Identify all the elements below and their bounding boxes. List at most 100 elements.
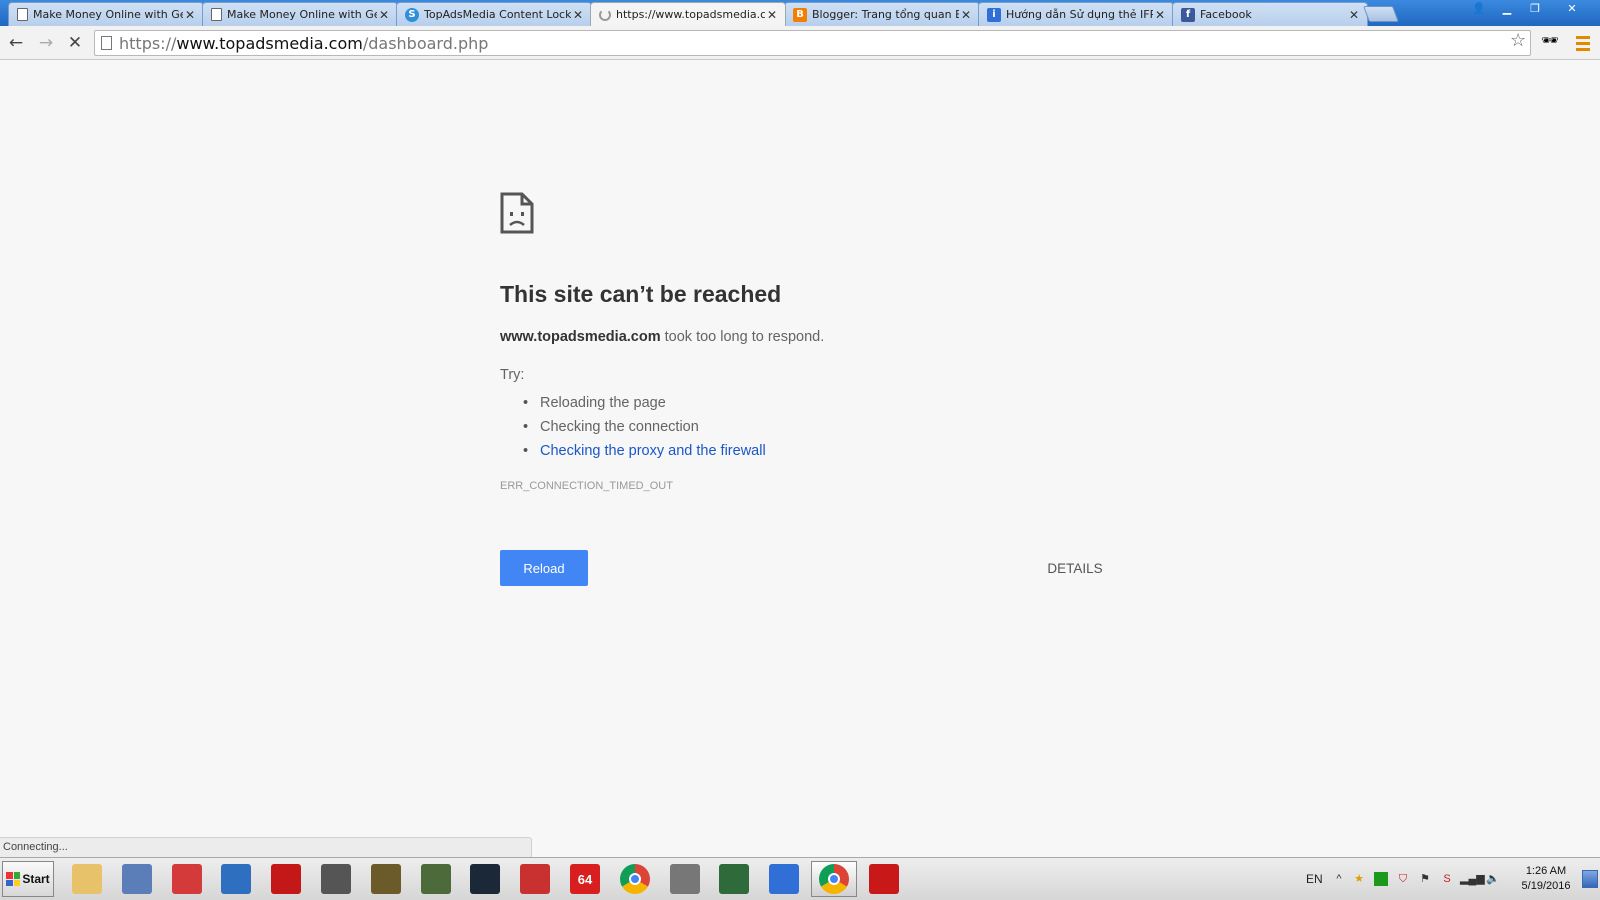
taskbar-shield-app[interactable] bbox=[213, 861, 259, 897]
tab-title: TopAdsMedia Content Lockin bbox=[424, 8, 571, 21]
page-icon bbox=[211, 8, 222, 21]
loading-spinner-icon bbox=[599, 8, 611, 21]
try-label: Try: bbox=[500, 367, 525, 383]
ifr-icon: i bbox=[987, 7, 1001, 22]
taskbar-molecule-app[interactable] bbox=[164, 861, 210, 897]
system-clock[interactable]: 1:26 AM 5/19/2016 bbox=[1514, 864, 1578, 894]
show-hidden-icons-icon[interactable]: ^ bbox=[1332, 872, 1346, 886]
error-host: www.topadsmedia.com bbox=[500, 329, 661, 345]
molecule-app-icon bbox=[171, 864, 202, 894]
restore-icon[interactable]: ❐ bbox=[1522, 0, 1548, 17]
taskbar-unikey-app[interactable] bbox=[512, 861, 558, 897]
page-info-icon[interactable] bbox=[101, 36, 112, 50]
tab-title: Hướng dẫn Sử dụng thẻ IFRA bbox=[1006, 8, 1153, 21]
tab-3[interactable]: S TopAdsMedia Content Lockin ✕ bbox=[396, 2, 592, 26]
volume-icon[interactable]: 🔈 bbox=[1486, 872, 1500, 886]
taskbar-flash-app[interactable] bbox=[263, 861, 309, 897]
taskbar-game-app[interactable] bbox=[363, 861, 409, 897]
language-indicator[interactable]: EN bbox=[1306, 872, 1323, 886]
taskbar-computer-99-app[interactable] bbox=[313, 861, 359, 897]
tab-close-icon[interactable]: ✕ bbox=[959, 8, 973, 22]
action-center-flag-icon[interactable]: ⚑ bbox=[1418, 872, 1432, 886]
error-code: ERR_CONNECTION_TIMED_OUT bbox=[500, 480, 673, 492]
taskbar-tools-app[interactable] bbox=[662, 861, 708, 897]
suggestion-connection: Checking the connection bbox=[523, 415, 766, 439]
tab-6[interactable]: i Hướng dẫn Sử dụng thẻ IFRA ✕ bbox=[978, 2, 1174, 26]
new-tab-button[interactable] bbox=[1363, 6, 1399, 22]
stop-loading-icon[interactable]: ✕ bbox=[63, 32, 87, 54]
tab-close-icon[interactable]: ✕ bbox=[377, 8, 391, 22]
tab-4-active[interactable]: https://www.topadsmedia.co ✕ bbox=[590, 2, 786, 26]
forward-arrow-icon[interactable]: → bbox=[34, 32, 58, 54]
tab-5[interactable]: B Blogger: Trang tổng quan Bl ✕ bbox=[784, 2, 980, 26]
bookmark-star-icon[interactable]: ☆ bbox=[1510, 30, 1532, 52]
shield-app-icon bbox=[221, 864, 252, 894]
aida64-app-icon: 64 bbox=[570, 864, 600, 894]
incognito-extension-icon[interactable]: 🕶 bbox=[1541, 33, 1563, 53]
reload-button[interactable]: Reload bbox=[500, 550, 588, 586]
taskbar-monitor-app[interactable] bbox=[711, 861, 757, 897]
page-icon bbox=[17, 8, 28, 21]
tab-close-icon[interactable]: ✕ bbox=[1347, 8, 1361, 22]
unikey-tray-icon[interactable]: S bbox=[1440, 872, 1454, 886]
facebook-icon: f bbox=[1181, 7, 1195, 22]
taskbar-dx-app[interactable] bbox=[861, 861, 907, 897]
tools-app-icon bbox=[669, 864, 700, 894]
browser-window: Make Money Online with Get ✕ Make Money … bbox=[0, 0, 1600, 900]
tab-close-icon[interactable]: ✕ bbox=[765, 8, 779, 22]
steam-app-icon bbox=[470, 864, 501, 894]
star-tray-icon[interactable]: ★ bbox=[1352, 872, 1366, 886]
taskbar-steam-app[interactable] bbox=[462, 861, 508, 897]
taskbar-aida64-app[interactable]: 64 bbox=[562, 861, 608, 897]
url-scheme: https:// bbox=[119, 33, 177, 53]
system-tray: EN ^ ★ ⛉ ⚑ S ▂▄▆ 🔈 1:26 AM 5/19/2016 bbox=[1300, 858, 1600, 900]
green-tray-icon[interactable] bbox=[1374, 872, 1388, 886]
tab-close-icon[interactable]: ✕ bbox=[1153, 8, 1167, 22]
suggestion-list: Reloading the page Checking the connecti… bbox=[523, 391, 766, 463]
tab-close-icon[interactable]: ✕ bbox=[183, 8, 197, 22]
tab-2[interactable]: Make Money Online with Get ✕ bbox=[202, 2, 398, 26]
show-desktop-icon[interactable] bbox=[1582, 870, 1598, 888]
taskbar-keyboard-app[interactable] bbox=[114, 861, 160, 897]
start-label: Start bbox=[22, 872, 50, 886]
start-button[interactable]: Start bbox=[2, 861, 54, 897]
profile-icon[interactable]: 👤 bbox=[1466, 0, 1492, 17]
gta-v-app-icon bbox=[420, 864, 451, 894]
taskbar-gta-v-app[interactable] bbox=[413, 861, 459, 897]
tab-title: Facebook bbox=[1200, 8, 1252, 21]
error-page: This site can’t be reached www.topadsmed… bbox=[0, 61, 1600, 838]
tab-7[interactable]: f Facebook ✕ bbox=[1172, 2, 1368, 26]
suggestion-proxy-link[interactable]: Checking the proxy and the firewall bbox=[523, 439, 766, 463]
clock-date: 5/19/2016 bbox=[1521, 880, 1571, 892]
tab-title: Blogger: Trang tổng quan Bl bbox=[812, 8, 959, 21]
security-shield-icon[interactable]: ⛉ bbox=[1396, 872, 1410, 886]
url-host: www.topadsmedia.com bbox=[176, 33, 363, 53]
address-bar[interactable]: https://www.topadsmedia.com/dashboard.ph… bbox=[94, 30, 1531, 56]
window-controls: 👤 ▁ ❐ ✕ bbox=[1466, 0, 1594, 17]
chrome-menu-icon[interactable] bbox=[1572, 32, 1594, 54]
computer-99-app-icon bbox=[321, 864, 351, 894]
minimize-icon[interactable]: ▁ bbox=[1494, 0, 1520, 17]
game-app-icon bbox=[370, 864, 401, 894]
taskbar-chrome-active-app[interactable] bbox=[811, 861, 857, 897]
back-arrow-icon[interactable]: ← bbox=[4, 32, 28, 54]
network-signal-icon[interactable]: ▂▄▆ bbox=[1460, 872, 1485, 886]
keyboard-app-icon bbox=[121, 864, 152, 894]
tab-1[interactable]: Make Money Online with Get ✕ bbox=[8, 2, 204, 26]
sad-page-icon bbox=[500, 192, 534, 234]
clock-time: 1:26 AM bbox=[1525, 865, 1567, 877]
blogger-icon: B bbox=[793, 7, 807, 22]
star-app-icon bbox=[769, 864, 800, 894]
tab-title: https://www.topadsmedia.co bbox=[616, 8, 765, 21]
tab-close-icon[interactable]: ✕ bbox=[571, 8, 585, 22]
close-window-icon[interactable]: ✕ bbox=[1550, 0, 1594, 17]
taskbar-star-app[interactable] bbox=[761, 861, 807, 897]
taskbar-chrome-app[interactable] bbox=[612, 861, 658, 897]
tab-title: Make Money Online with Get bbox=[227, 8, 377, 21]
monitor-app-icon bbox=[719, 864, 750, 894]
chrome-active-app-icon bbox=[819, 864, 849, 894]
chrome-app-icon bbox=[619, 864, 650, 894]
details-button[interactable]: DETAILS bbox=[1040, 550, 1110, 586]
error-description-text: took too long to respond. bbox=[660, 329, 825, 345]
taskbar-file-explorer[interactable] bbox=[64, 861, 110, 897]
